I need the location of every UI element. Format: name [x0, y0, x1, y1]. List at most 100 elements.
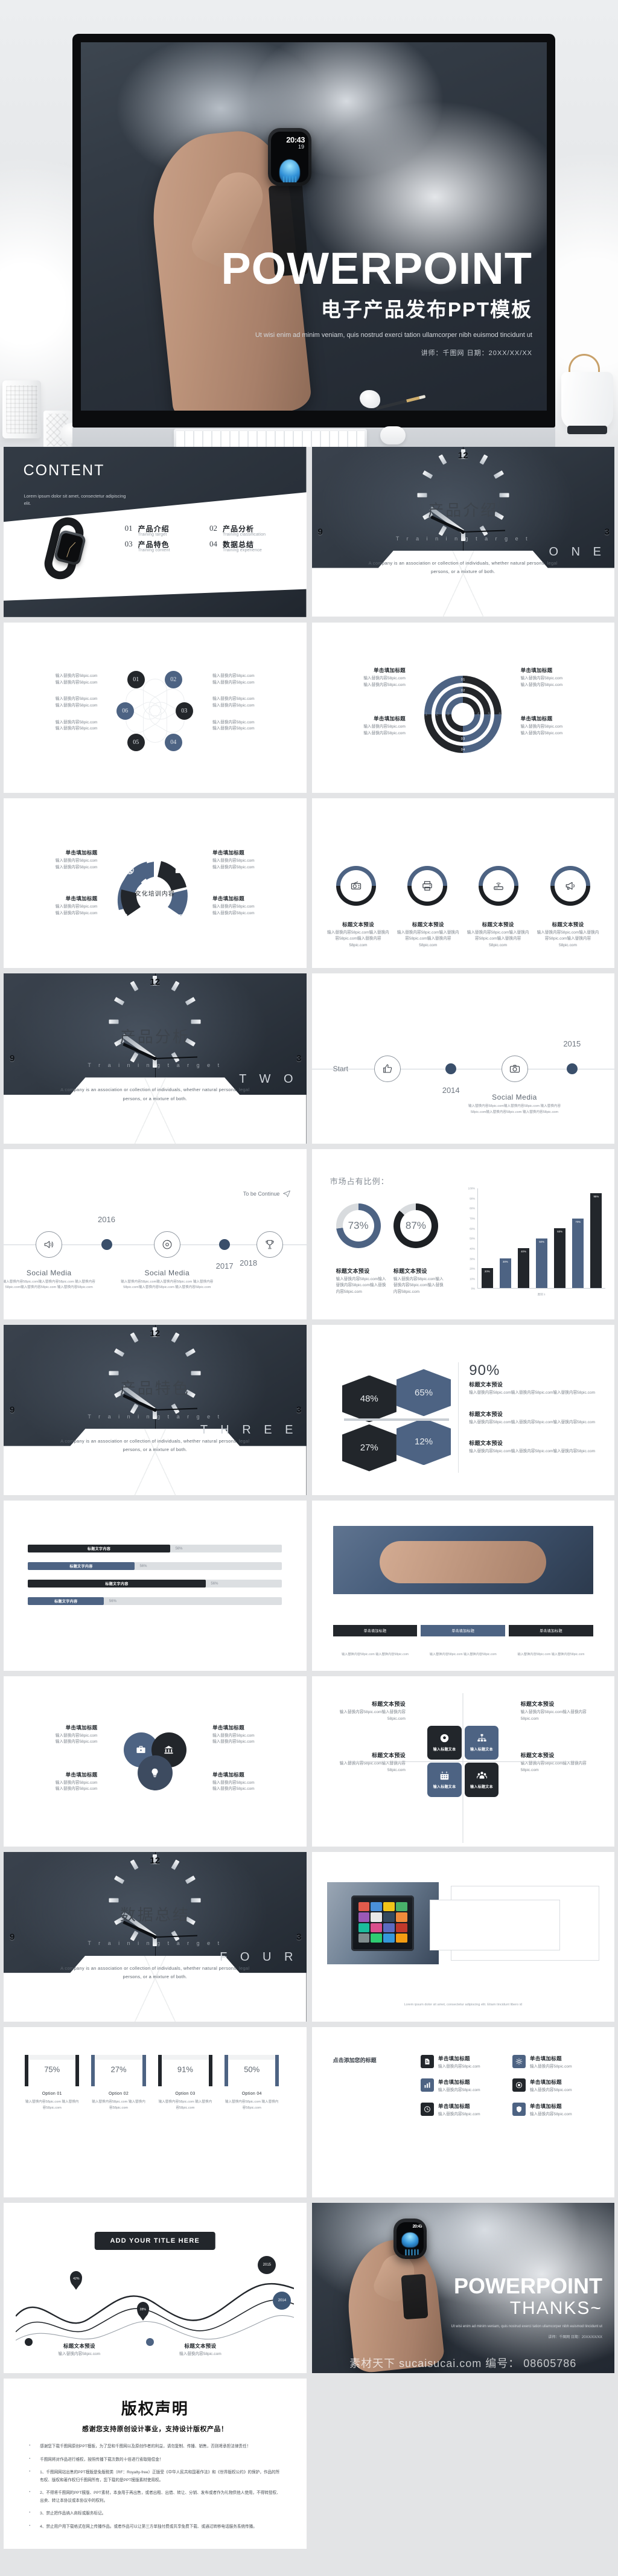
- slide-divider-four[interactable]: 12 3 6 9 数据总结 T r a i n i n g t a r g e …: [4, 1851, 307, 2022]
- timeline-dot[interactable]: [101, 1239, 112, 1251]
- timeline-dot[interactable]: [566, 1063, 578, 1075]
- circle-item[interactable]: [479, 866, 519, 906]
- slide-icon-cards[interactable]: 点击添加您的标题 单击填加标题 输入替换内容58pic.com 单击填加标题 输入替…: [311, 2027, 614, 2198]
- icon-card[interactable]: 单击填加标题 输入替换内容58pic.com: [421, 2054, 502, 2071]
- hex-value[interactable]: 48%: [342, 1375, 397, 1423]
- option-box[interactable]: 91% Option 03 输入替换内容58pic.com 输入替换内容58pi…: [158, 2054, 213, 2111]
- slide-copyright[interactable]: 版权声明 感谢您支持原创设计事业，支持设计版权产品！ 感谢您下载千图网原创PPT…: [4, 2379, 307, 2549]
- progress-bar[interactable]: 标题文字内容 56%: [28, 1545, 282, 1553]
- slide-wave[interactable]: ADD YOUR TITLE HERE 42% 28% 2015 2014 标题…: [4, 2203, 307, 2374]
- slide-content[interactable]: CONTENT Lorem ipsum dolor sit amet, cons…: [4, 447, 307, 617]
- timeline-node[interactable]: [153, 1231, 180, 1258]
- slide-target-rings[interactable]: 单击填加标题 输入替换内容58pic.com 输入替换内容58pic.com 单…: [311, 622, 614, 793]
- timeline-node[interactable]: [374, 1056, 401, 1083]
- wave-pin[interactable]: 28%: [136, 2301, 149, 2318]
- divider-subtitle: T r a i n i n g t a r g e t: [88, 1062, 223, 1069]
- progress-bar[interactable]: 标题文字内容 56%: [28, 1580, 282, 1588]
- option-box[interactable]: 50% Option 04 输入替换内容58pic.com 输入替换内容58pi…: [225, 2054, 279, 2111]
- timeline-dot[interactable]: [219, 1239, 231, 1251]
- timeline-node[interactable]: [36, 1231, 63, 1258]
- option-label: Option 03: [175, 2091, 196, 2096]
- text-block: 单击填加标题 输入替换内容58pic.com 输入替换内容58pic.com: [16, 849, 98, 871]
- tag[interactable]: 单击填加标题: [421, 1625, 506, 1637]
- hex-value[interactable]: 12%: [396, 1418, 451, 1466]
- option-box[interactable]: 27% Option 02 输入替换内容58pic.com 输入替换内容58pi…: [91, 2054, 146, 2111]
- slide-tablet-photo[interactable]: Lorem ipsum dolor sit amet, consectetur …: [311, 1851, 614, 2022]
- square-tile[interactable]: 输入标题文本: [464, 1763, 499, 1797]
- wave-year-dot[interactable]: 2015: [258, 2255, 276, 2274]
- icon-card[interactable]: 单击填加标题 输入替换内容58pic.com: [421, 2078, 502, 2094]
- slide-four-circles[interactable]: 标题文本预设 输入替换内容58pic.com输入替换内容58pic.com输入替换…: [311, 798, 614, 969]
- slide-progress-bars[interactable]: 标题文字内容 56% 标题文字内容 56% 标题文字内容 56% 标题文字内容 …: [4, 1500, 307, 1671]
- slide-market-chart[interactable]: 市场占有比例： 73% 87% 标题文本预设 输入替换内容58pic.com输入…: [311, 1149, 614, 1320]
- donut-chart: 73%: [336, 1203, 381, 1249]
- slide-arc-diagram[interactable]: 单击填加标题 输入替换内容58pic.com 输入替换内容58pic.com 单…: [4, 798, 307, 969]
- radio-icon: [351, 882, 361, 890]
- option-percent: 50%: [244, 2065, 260, 2074]
- slide-divider-three[interactable]: 12 3 6 9 产品特色 T r a i n i n g t a r g e …: [4, 1325, 307, 1495]
- petal-node[interactable]: 05: [127, 734, 145, 752]
- petal-node[interactable]: 04: [164, 734, 182, 752]
- hex-value[interactable]: 65%: [396, 1369, 451, 1417]
- slide-divider-one[interactable]: 12 3 6 9 产品介绍 T r a i n i n g t a r g e …: [311, 447, 614, 617]
- square-tile[interactable]: 输入标题文本: [464, 1725, 499, 1760]
- body-line: 输入替换内容58pic.com: [55, 1733, 98, 1738]
- circle-item[interactable]: [550, 866, 590, 906]
- slide-thanks[interactable]: 20:43 POWERPOINT THANKS~ Ut wisi enim ad…: [311, 2203, 614, 2374]
- slide-divider-two[interactable]: 12 3 6 9 产品分析 T r a i n i n g t a r g e …: [4, 973, 307, 1144]
- timeline-node[interactable]: [256, 1231, 284, 1258]
- icon-card[interactable]: 单击填加标题 输入替换内容58pic.com: [512, 2054, 593, 2071]
- copyright-item: 3、禁止把作品纳入商标或服务标记。: [28, 2510, 282, 2518]
- caption-body: 输入替换内容58pic.com输入替换内容58pic.com 输入替换内容58p…: [121, 1280, 214, 1290]
- block-title: 单击填加标题: [212, 1724, 244, 1731]
- venn-circle[interactable]: [137, 1755, 173, 1790]
- slide-options[interactable]: 75% Option 01 输入替换内容58pic.com 输入替换内容58pi…: [4, 2027, 307, 2198]
- icon-card[interactable]: 单击填加标题 输入替换内容58pic.com: [512, 2078, 593, 2094]
- slide-petal-numbers[interactable]: 输入替换内容58pic.com 输入替换内容58pic.com 输入替换内容58p…: [4, 622, 307, 793]
- wave-title-button[interactable]: ADD YOUR TITLE HERE: [94, 2232, 215, 2251]
- square-tile[interactable]: 输入标题文本: [427, 1725, 462, 1760]
- option-box[interactable]: 75% Option 01 输入替换内容58pic.com 输入替换内容58pi…: [25, 2054, 80, 2111]
- circle-item[interactable]: [336, 866, 376, 906]
- right-text-column: 标题文本预设 输入替换内容58pic.com输入替换内容58pic.com 标题…: [521, 1700, 602, 1784]
- slide-venn[interactable]: 单击填加标题 输入替换内容58pic.com 输入替换内容58pic.com 单…: [4, 1676, 307, 1847]
- block-title: 单击填加标题: [212, 850, 244, 856]
- petal-node[interactable]: 01: [127, 671, 145, 689]
- petal-node[interactable]: 02: [164, 671, 182, 689]
- progress-bar[interactable]: 标题文字内容 56%: [28, 1562, 282, 1571]
- icon-card[interactable]: 单击填加标题 输入替换内容58pic.com: [512, 2102, 593, 2118]
- wave-lines: [16, 2283, 295, 2341]
- slide-photo-tags[interactable]: 单击填加标题 单击填加标题 单击填加标题 输入替换内容58pic.com 输入替…: [311, 1500, 614, 1671]
- tag[interactable]: 单击填加标题: [333, 1625, 418, 1637]
- slide-four-squares[interactable]: 标题文本预设 输入替换内容58pic.com输入替换内容58pic.com 标题…: [311, 1676, 614, 1847]
- timeline-caption: Social Media 输入替换内容58pic.com输入替换内容58pic.…: [4, 1269, 97, 1292]
- slide-hexagons[interactable]: 48% 65% 27% 12% 90% 标题文本预设 输入替换内容58pic.c…: [311, 1325, 614, 1495]
- square-tile[interactable]: 输入标题文本: [427, 1763, 462, 1797]
- hero-title-block: POWERPOINT 电子产品发布PPT模板 Ut wisi enim ad m…: [221, 246, 532, 357]
- slide-timeline-b[interactable]: 2016 Social Media 输入替换内容58pic.com输入替换内容5…: [4, 1149, 307, 1320]
- progress-bar[interactable]: 标题文字内容 56%: [28, 1597, 282, 1606]
- petal-node[interactable]: 03: [175, 702, 193, 720]
- section-lead: 点击添加您的标题: [333, 2057, 377, 2064]
- body-line: 输入替换内容58pic.com: [55, 674, 98, 679]
- right-text-column: 单击填加标题 输入替换内容58pic.com 输入替换内容58pic.com 单…: [521, 667, 602, 747]
- hex-value[interactable]: 27%: [342, 1424, 397, 1472]
- option-frame: 50%: [225, 2054, 279, 2086]
- timeline-dot[interactable]: [445, 1063, 457, 1075]
- chart-title: 市场占有比例：: [330, 1176, 389, 1186]
- circle-item[interactable]: [407, 866, 448, 906]
- copyright-item: 2、不得将千图网的PPT模版、PPT素材，本身用于再出售，或者出租、出借、转让、…: [28, 2489, 282, 2505]
- petal-node[interactable]: 06: [116, 702, 134, 720]
- headline-percent: 90%: [469, 1362, 500, 1379]
- tile-label: 输入标题文本: [433, 1748, 456, 1752]
- body-line: 输入替换内容58pic.com: [55, 905, 98, 909]
- slide-timeline-a[interactable]: Start 2014 2015 Social Media 输入替换内容58pic…: [311, 973, 614, 1144]
- ring-label: 01: [460, 678, 465, 682]
- timeline-node[interactable]: [501, 1056, 528, 1083]
- clock-icon: [424, 2106, 431, 2112]
- divider-description: A company is an association or collectio…: [60, 1965, 250, 1979]
- icon-card[interactable]: 单击填加标题 输入替换内容58pic.com: [421, 2102, 502, 2118]
- block-title: 单击填加标题: [65, 896, 98, 902]
- text-block: 单击填加标题 输入替换内容58pic.com 输入替换内容58pic.com: [324, 667, 406, 688]
- tag[interactable]: 单击填加标题: [509, 1625, 593, 1637]
